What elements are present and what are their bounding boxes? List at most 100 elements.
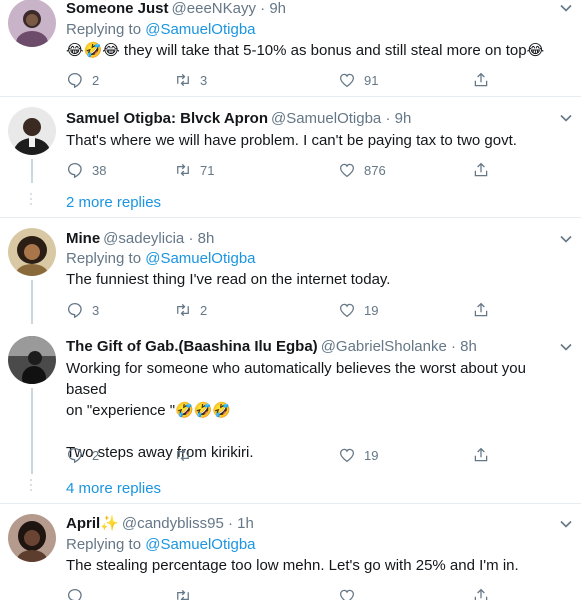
like-count: 91 <box>364 72 379 88</box>
retweet-button[interactable]: 2 <box>174 300 207 320</box>
reply-icon <box>66 587 84 600</box>
chevron-down-icon[interactable] <box>559 232 573 246</box>
thread-line <box>31 280 33 324</box>
tweet-header: Samuel Otigba: Blvck Apron @SamuelOtigba … <box>66 109 551 129</box>
more-replies-row[interactable]: 2 more replies <box>0 187 581 219</box>
reply-count: 38 <box>92 162 107 178</box>
reply-button[interactable]: 3 <box>66 300 99 320</box>
like-count: 19 <box>364 302 379 318</box>
avatar[interactable] <box>8 228 56 276</box>
separator-dot: · <box>188 230 194 247</box>
replying-to-label: Replying to <box>66 21 146 38</box>
reply-icon <box>66 71 84 89</box>
avatar[interactable] <box>8 514 56 562</box>
retweet-icon <box>174 301 192 319</box>
retweet-icon <box>174 446 192 464</box>
timestamp[interactable]: 8h <box>460 338 477 355</box>
tweet-header: Mine @sadeylicia · 8h <box>66 229 551 249</box>
thread-dots <box>29 193 33 215</box>
like-button[interactable]: 19 <box>338 300 378 320</box>
retweet-icon <box>174 71 192 89</box>
tweet-gift-of-gab[interactable]: The Gift of Gab.(Baashina Ilu Egba) @Gabr… <box>0 324 581 502</box>
thread-dots <box>29 479 33 501</box>
tweet-mine[interactable]: Mine @sadeylicia · 8h Replying to @Samuel… <box>0 218 581 324</box>
more-replies-row[interactable]: 4 more replies <box>0 473 581 505</box>
timestamp[interactable]: 9h <box>269 0 286 17</box>
share-icon <box>472 71 490 89</box>
tweet-someone-just[interactable]: Someone Just @eeeNKayy · 9h Replying to @… <box>0 0 581 96</box>
mention-link[interactable]: @SamuelOtigba <box>145 536 255 553</box>
like-count: 876 <box>364 162 386 178</box>
avatar[interactable] <box>8 0 56 47</box>
user-handle[interactable]: @candybliss95 <box>122 515 224 532</box>
reply-button[interactable]: 2 <box>66 445 99 465</box>
like-button[interactable]: 91 <box>338 70 378 90</box>
reply-count: 2 <box>92 447 100 463</box>
timestamp[interactable]: 9h <box>395 110 412 127</box>
like-button[interactable]: 19 <box>338 445 378 465</box>
heart-icon <box>338 71 356 89</box>
mention-link[interactable]: @SamuelOtigba <box>145 21 255 38</box>
tweet-text-line: Working for someone who automatically be… <box>66 360 526 398</box>
mention-link[interactable]: @SamuelOtigba <box>145 250 255 267</box>
tweet-actions: 38 71 876 <box>66 160 506 180</box>
like-button[interactable] <box>338 586 356 600</box>
retweet-button[interactable] <box>174 445 200 465</box>
display-name[interactable]: April✨ <box>66 515 119 532</box>
separator-dot: · <box>227 515 233 532</box>
reply-button[interactable] <box>66 586 84 600</box>
avatar[interactable] <box>8 107 56 155</box>
retweet-count: 3 <box>200 72 208 88</box>
timestamp[interactable]: 1h <box>237 515 254 532</box>
more-replies-link[interactable]: 2 more replies <box>66 194 161 211</box>
replying-to-label: Replying to <box>66 250 146 267</box>
retweet-button[interactable] <box>174 586 192 600</box>
tweet-actions <box>66 586 506 600</box>
reply-icon <box>66 301 84 319</box>
display-name[interactable]: Samuel Otigba: Blvck Apron <box>66 110 268 127</box>
user-handle[interactable]: @eeeNKayy <box>172 0 256 17</box>
chevron-down-icon[interactable] <box>559 340 573 354</box>
tweet-samuel-otigba[interactable]: Samuel Otigba: Blvck Apron @SamuelOtigba … <box>0 97 581 215</box>
display-name[interactable]: Mine <box>66 230 100 247</box>
tweet-april[interactable]: April✨ @candybliss95 · 1h Replying to @Sa… <box>0 504 581 600</box>
retweet-count: 2 <box>200 302 208 318</box>
tweet-actions: 2 19 <box>66 445 506 465</box>
reply-icon <box>66 446 84 464</box>
retweet-button[interactable]: 3 <box>174 70 207 90</box>
reply-button[interactable]: 38 <box>66 160 106 180</box>
tweet-actions: 2 3 91 <box>66 70 506 90</box>
heart-icon <box>338 446 356 464</box>
replying-to: Replying to @SamuelOtigba <box>66 535 256 555</box>
chevron-down-icon[interactable] <box>559 1 573 15</box>
user-handle[interactable]: @SamuelOtigba <box>271 110 381 127</box>
reply-button[interactable]: 2 <box>66 70 99 90</box>
like-button[interactable]: 876 <box>338 160 386 180</box>
chevron-down-icon[interactable] <box>559 517 573 531</box>
heart-icon <box>338 587 356 600</box>
tweet-header: The Gift of Gab.(Baashina Ilu Egba) @Gabr… <box>66 337 551 357</box>
avatar[interactable] <box>8 336 56 384</box>
separator-dot: · <box>260 0 266 17</box>
retweet-button[interactable]: 71 <box>174 160 214 180</box>
share-button[interactable] <box>472 586 490 600</box>
replying-to: Replying to @SamuelOtigba <box>66 20 256 40</box>
share-button[interactable] <box>472 300 490 320</box>
share-button[interactable] <box>472 70 490 90</box>
user-handle[interactable]: @sadeylicia <box>103 230 184 247</box>
share-button[interactable] <box>472 445 490 465</box>
replying-to: Replying to @SamuelOtigba <box>66 249 256 269</box>
tweet-header: April✨ @candybliss95 · 1h <box>66 514 551 534</box>
timestamp[interactable]: 8h <box>198 230 215 247</box>
tweet-header: Someone Just @eeeNKayy · 9h <box>66 0 551 19</box>
separator-dot: · <box>451 338 456 355</box>
reply-icon <box>66 161 84 179</box>
display-name[interactable]: The Gift of Gab.(Baashina Ilu Egba) <box>66 338 318 355</box>
more-replies-link[interactable]: 4 more replies <box>66 480 161 497</box>
share-icon <box>472 161 490 179</box>
tweet-text: That's where we will have problem. I can… <box>66 132 517 149</box>
display-name[interactable]: Someone Just <box>66 0 169 17</box>
user-handle[interactable]: @GabrielSholanke <box>321 338 447 355</box>
share-button[interactable] <box>472 160 490 180</box>
chevron-down-icon[interactable] <box>559 111 573 125</box>
